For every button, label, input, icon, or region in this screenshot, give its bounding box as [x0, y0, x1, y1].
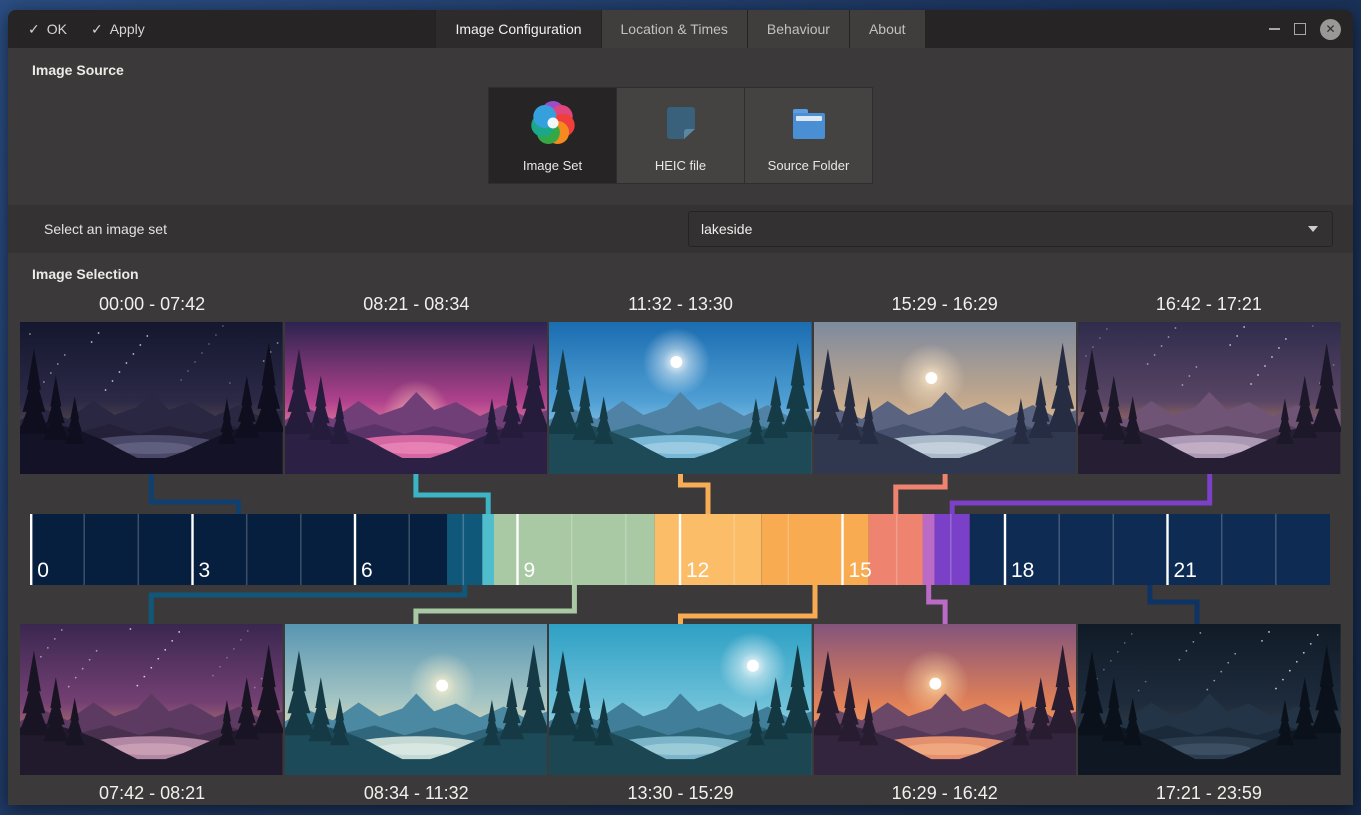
tab-image-configuration[interactable]: Image Configuration — [435, 10, 600, 48]
timeline-bar[interactable]: 0 3 6 9 12 15 18 21 — [8, 474, 1353, 624]
svg-text:21: 21 — [1174, 559, 1197, 582]
tab-behaviour[interactable]: Behaviour — [747, 10, 849, 48]
source-option-label: HEIC file — [655, 158, 706, 173]
top-thumbnails — [20, 322, 1341, 474]
source-option-image-set[interactable]: Image Set — [488, 87, 617, 184]
main-content: Image Source Image Set HEIC file Source Fo… — [8, 62, 1353, 805]
source-option-heic-file[interactable]: HEIC file — [617, 87, 745, 184]
image-selection-area: 00:00 - 07:4208:21 - 08:3411:32 - 13:301… — [8, 292, 1353, 805]
wallpaper-thumbnail[interactable] — [549, 624, 812, 775]
tab-about[interactable]: About — [849, 10, 926, 48]
image-set-row: Select an image set lakeside — [8, 205, 1353, 253]
time-range-label: 15:29 - 16:29 — [813, 292, 1077, 318]
color-wheel-icon — [529, 99, 577, 152]
svg-text:15: 15 — [849, 559, 872, 582]
window-controls: ✕ — [1269, 10, 1341, 48]
heic-file-icon — [657, 99, 705, 152]
close-icon[interactable]: ✕ — [1320, 19, 1341, 40]
image-set-dropdown[interactable]: lakeside — [688, 211, 1333, 247]
wallpaper-thumbnail[interactable] — [285, 322, 548, 474]
bottom-thumbnails — [20, 624, 1341, 775]
ok-button-label: OK — [47, 21, 67, 37]
time-range-label: 16:42 - 17:21 — [1077, 292, 1341, 318]
wallpaper-thumbnail[interactable] — [20, 322, 283, 474]
source-option-source-folder[interactable]: Source Folder — [745, 87, 873, 184]
time-range-label: 07:42 - 08:21 — [20, 781, 284, 805]
titlebar[interactable]: ✓ OK ✓ Apply Image ConfigurationLocation… — [8, 10, 1353, 48]
time-range-label: 17:21 - 23:59 — [1077, 781, 1341, 805]
time-range-label: 13:30 - 15:29 — [548, 781, 812, 805]
image-source-title: Image Source — [32, 62, 1353, 80]
svg-text:0: 0 — [37, 559, 49, 582]
titlebar-actions: ✓ OK ✓ Apply — [8, 17, 153, 42]
tab-location-times[interactable]: Location & Times — [601, 10, 747, 48]
source-option-label: Source Folder — [768, 158, 850, 173]
desktop-background: ✓ OK ✓ Apply Image ConfigurationLocation… — [0, 0, 1361, 815]
wallpaper-thumbnail[interactable] — [814, 322, 1077, 474]
time-range-label: 08:34 - 11:32 — [284, 781, 548, 805]
time-range-label: 00:00 - 07:42 — [20, 292, 284, 318]
image-source-options: Image Set HEIC file Source Folder — [8, 87, 1353, 184]
wallpaper-thumbnail[interactable] — [814, 624, 1077, 775]
svg-text:6: 6 — [361, 559, 373, 582]
source-option-label: Image Set — [523, 158, 582, 173]
wallpaper-thumbnail[interactable] — [549, 322, 812, 474]
ok-button[interactable]: ✓ OK — [20, 17, 75, 42]
svg-text:12: 12 — [686, 559, 709, 582]
svg-text:18: 18 — [1011, 559, 1034, 582]
top-time-labels: 00:00 - 07:4208:21 - 08:3411:32 - 13:301… — [20, 292, 1341, 318]
tab-bar: Image ConfigurationLocation & TimesBehav… — [8, 10, 1353, 48]
wallpaper-thumbnail[interactable] — [1078, 322, 1341, 474]
time-range-label: 11:32 - 13:30 — [548, 292, 812, 318]
dropdown-value: lakeside — [701, 221, 1308, 237]
time-range-label: 16:29 - 16:42 — [813, 781, 1077, 805]
apply-button[interactable]: ✓ Apply — [83, 17, 153, 42]
svg-text:9: 9 — [524, 559, 536, 582]
app-window: ✓ OK ✓ Apply Image ConfigurationLocation… — [8, 10, 1353, 805]
chevron-down-icon — [1308, 226, 1318, 232]
bottom-time-labels: 07:42 - 08:2108:34 - 11:3213:30 - 15:291… — [20, 781, 1341, 805]
svg-text:3: 3 — [199, 559, 211, 582]
check-icon: ✓ — [91, 21, 103, 38]
maximize-icon[interactable] — [1294, 23, 1306, 35]
wallpaper-thumbnail[interactable] — [1078, 624, 1341, 775]
minimize-icon[interactable] — [1269, 28, 1280, 30]
folder-icon — [785, 99, 833, 152]
image-selection-title: Image Selection — [32, 266, 1353, 284]
apply-button-label: Apply — [110, 21, 145, 37]
select-image-set-label: Select an image set — [44, 221, 167, 237]
time-range-label: 08:21 - 08:34 — [284, 292, 548, 318]
wallpaper-thumbnail[interactable] — [20, 624, 283, 775]
check-icon: ✓ — [28, 21, 40, 38]
wallpaper-thumbnail[interactable] — [285, 624, 548, 775]
